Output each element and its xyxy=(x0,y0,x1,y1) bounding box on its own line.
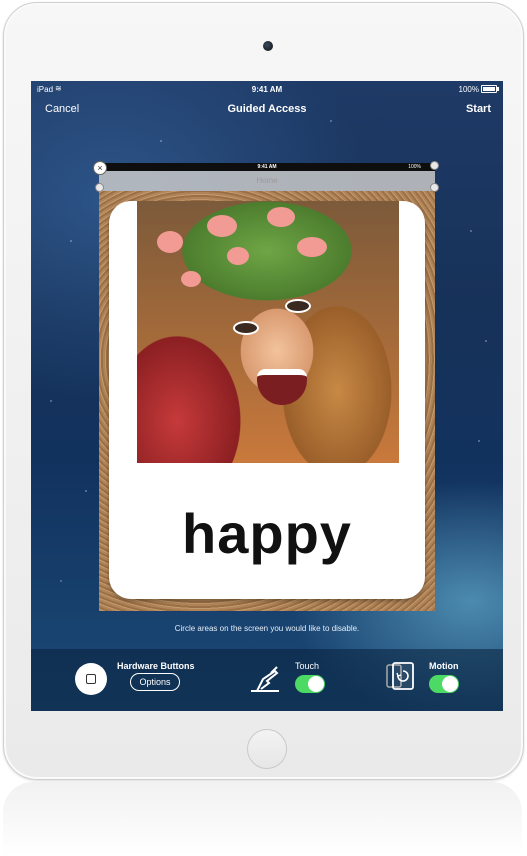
preview-battery-percent: 100% xyxy=(408,164,421,170)
status-bar: iPad ≋ 9:41 AM 100% xyxy=(31,81,503,99)
battery-percent: 100% xyxy=(458,85,479,94)
start-button[interactable]: Start xyxy=(466,103,491,115)
preview-nav-bar: Home xyxy=(99,171,435,191)
options-button[interactable]: Options xyxy=(130,673,180,691)
preview-status-bar: 9:41 AM 100% xyxy=(99,163,435,171)
home-button[interactable] xyxy=(247,729,287,769)
flash-card[interactable]: happy xyxy=(109,201,425,599)
ipad-device: iPad ≋ 9:41 AM 100% Cancel Guided Access… xyxy=(3,2,524,780)
status-time: 9:41 AM xyxy=(251,85,283,94)
battery-icon xyxy=(481,85,499,93)
touch-label: Touch xyxy=(295,661,320,671)
card-photo xyxy=(137,201,399,463)
corkboard-background: happy xyxy=(99,191,435,611)
nav-bar: Cancel Guided Access Start xyxy=(31,99,503,121)
hardware-buttons-label: Hardware Buttons xyxy=(117,661,195,671)
device-rotate-icon xyxy=(386,662,414,690)
page-title: Guided Access xyxy=(227,103,307,115)
touch-toggle[interactable] xyxy=(295,675,325,693)
motion-label: Motion xyxy=(429,661,459,671)
instruction-text: Circle areas on the screen you would lik… xyxy=(174,624,360,633)
preview-nav-label: Home xyxy=(256,176,278,185)
card-word: happy xyxy=(182,502,352,565)
screen: iPad ≋ 9:41 AM 100% Cancel Guided Access… xyxy=(31,81,503,711)
camera-icon xyxy=(263,41,273,51)
preview-status-time: 9:41 AM xyxy=(257,164,277,170)
device-reflection xyxy=(3,782,522,856)
motion-toggle[interactable] xyxy=(429,675,459,693)
hardware-buttons-icon[interactable] xyxy=(75,663,107,695)
resize-handle[interactable] xyxy=(430,161,439,170)
hand-touch-icon xyxy=(251,666,279,692)
close-icon[interactable]: × xyxy=(93,161,107,175)
options-bar: Hardware Buttons Options Touch Motion xyxy=(31,649,503,711)
app-preview[interactable]: 9:41 AM 100% Home × happy xyxy=(93,161,439,611)
